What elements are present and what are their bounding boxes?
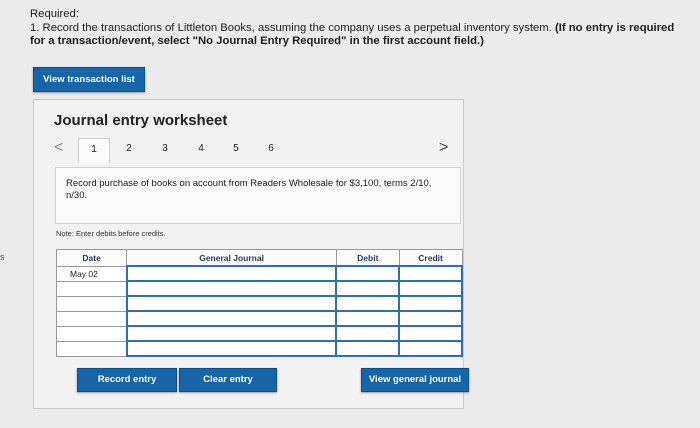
account-input[interactable] xyxy=(125,325,338,342)
tab-6[interactable]: 6 xyxy=(256,138,286,160)
table-row: May 02 xyxy=(55,265,463,282)
view-transaction-list-button[interactable]: View transaction list xyxy=(33,67,145,92)
table-row xyxy=(55,310,463,327)
table-row xyxy=(55,295,463,312)
debit-input[interactable] xyxy=(335,310,401,327)
date-cell xyxy=(55,340,128,357)
required-heading: Required: xyxy=(30,8,79,20)
required-instructions: Required: 1. Record the transactions of … xyxy=(30,8,692,49)
tab-4[interactable]: 4 xyxy=(186,138,216,160)
required-text: 1. Record the transactions of Littleton … xyxy=(30,21,555,34)
journal-entry-worksheet-panel: Journal entry worksheet < 1 2 3 4 5 6 > … xyxy=(33,99,469,409)
date-cell: May 02 xyxy=(55,265,128,282)
debit-input[interactable] xyxy=(335,340,401,357)
account-input[interactable] xyxy=(125,340,338,357)
debit-input[interactable] xyxy=(335,325,401,342)
account-input[interactable] xyxy=(125,280,338,297)
date-cell xyxy=(55,280,128,297)
credit-input[interactable] xyxy=(398,310,463,327)
debit-input[interactable] xyxy=(335,295,401,312)
account-input[interactable] xyxy=(125,295,338,312)
credit-input[interactable] xyxy=(398,340,463,357)
clear-entry-button[interactable]: Clear entry xyxy=(179,368,277,392)
credit-header: Credit xyxy=(398,249,463,267)
worksheet-tabs: < 1 2 3 4 5 6 > xyxy=(54,138,462,163)
date-cell xyxy=(55,325,128,342)
debit-input[interactable] xyxy=(335,280,401,297)
account-input[interactable] xyxy=(125,265,338,282)
tab-3[interactable]: 3 xyxy=(150,138,180,160)
tab-5[interactable]: 5 xyxy=(221,138,251,160)
general-journal-header: General Journal xyxy=(126,249,337,267)
record-entry-button[interactable]: Record entry xyxy=(77,368,177,392)
credit-input[interactable] xyxy=(398,325,463,342)
date-cell xyxy=(55,295,128,312)
tab-1[interactable]: 1 xyxy=(78,138,110,163)
date-cell xyxy=(55,310,128,327)
entry-note: Note: Enter debits before credits. xyxy=(56,229,166,238)
transaction-description: Record purchase of books on account from… xyxy=(55,167,461,224)
journal-table: Date General Journal Debit Credit May 02 xyxy=(55,249,463,357)
table-row xyxy=(55,325,463,342)
worksheet-title: Journal entry worksheet xyxy=(54,112,228,129)
credit-input[interactable] xyxy=(398,280,463,297)
credit-input[interactable] xyxy=(398,265,463,282)
tab-2[interactable]: 2 xyxy=(114,138,144,160)
account-input[interactable] xyxy=(125,310,338,327)
next-tab-icon[interactable]: > xyxy=(439,139,448,157)
table-row xyxy=(55,280,463,297)
debit-header: Debit xyxy=(335,249,400,267)
date-header: Date xyxy=(55,249,128,267)
edge-text-fragment: s xyxy=(0,252,5,262)
credit-input[interactable] xyxy=(398,295,463,312)
debit-input[interactable] xyxy=(335,265,401,282)
table-row xyxy=(55,340,463,357)
prev-tab-icon[interactable]: < xyxy=(54,139,63,157)
view-general-journal-button[interactable]: View general journal xyxy=(361,368,469,392)
